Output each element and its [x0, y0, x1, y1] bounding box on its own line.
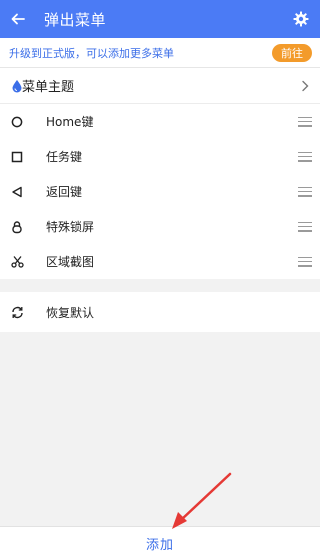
menu-item-label: 特殊锁屏 — [46, 220, 95, 234]
menu-item-label: Home键 — [46, 115, 94, 129]
menu-item-recent[interactable]: 任务键 — [0, 139, 320, 174]
menu-item-home[interactable]: Home键 — [0, 104, 320, 139]
menu-item-label: 区域截图 — [46, 255, 95, 269]
scissors-icon — [9, 254, 25, 270]
menu-list: 菜单主题 Home键 任务键 返回键 特殊锁屏 区域截图 — [0, 68, 320, 279]
page-title: 弹出菜单 — [44, 10, 107, 29]
menu-theme-row[interactable]: 菜单主题 — [0, 68, 320, 104]
lock-icon — [9, 219, 25, 235]
back-arrow-icon — [11, 13, 25, 25]
refresh-icon — [9, 304, 25, 320]
menu-item-back[interactable]: 返回键 — [0, 174, 320, 209]
circle-icon — [9, 114, 25, 130]
gear-icon — [293, 11, 309, 27]
bottom-bar: 添加 — [0, 526, 320, 560]
menu-item-label: 返回键 — [46, 185, 83, 199]
reset-label: 恢复默认 — [46, 305, 95, 320]
drag-handle-icon[interactable] — [298, 116, 312, 127]
section-gap — [0, 280, 320, 292]
drag-handle-icon[interactable] — [298, 151, 312, 162]
square-icon — [9, 149, 25, 165]
triangle-back-icon — [9, 184, 25, 200]
reset-row[interactable]: 恢复默认 — [0, 292, 320, 332]
menu-item-screenshot[interactable]: 区域截图 — [0, 244, 320, 279]
app-bar: 弹出菜单 — [0, 0, 320, 38]
menu-item-lock[interactable]: 特殊锁屏 — [0, 209, 320, 244]
drag-handle-icon[interactable] — [298, 186, 312, 197]
upgrade-banner: 升级到正式版，可以添加更多菜单 前往 — [0, 38, 320, 68]
go-button[interactable]: 前往 — [272, 44, 312, 62]
add-button[interactable]: 添加 — [146, 534, 174, 553]
drag-handle-icon[interactable] — [298, 256, 312, 267]
menu-item-label: 任务键 — [46, 150, 83, 164]
menu-theme-label: 菜单主题 — [22, 80, 75, 95]
drag-handle-icon[interactable] — [298, 221, 312, 232]
upgrade-text: 升级到正式版，可以添加更多菜单 — [9, 46, 174, 60]
back-button[interactable] — [0, 0, 36, 38]
chevron-right-icon — [302, 80, 309, 91]
settings-button[interactable] — [288, 6, 314, 32]
